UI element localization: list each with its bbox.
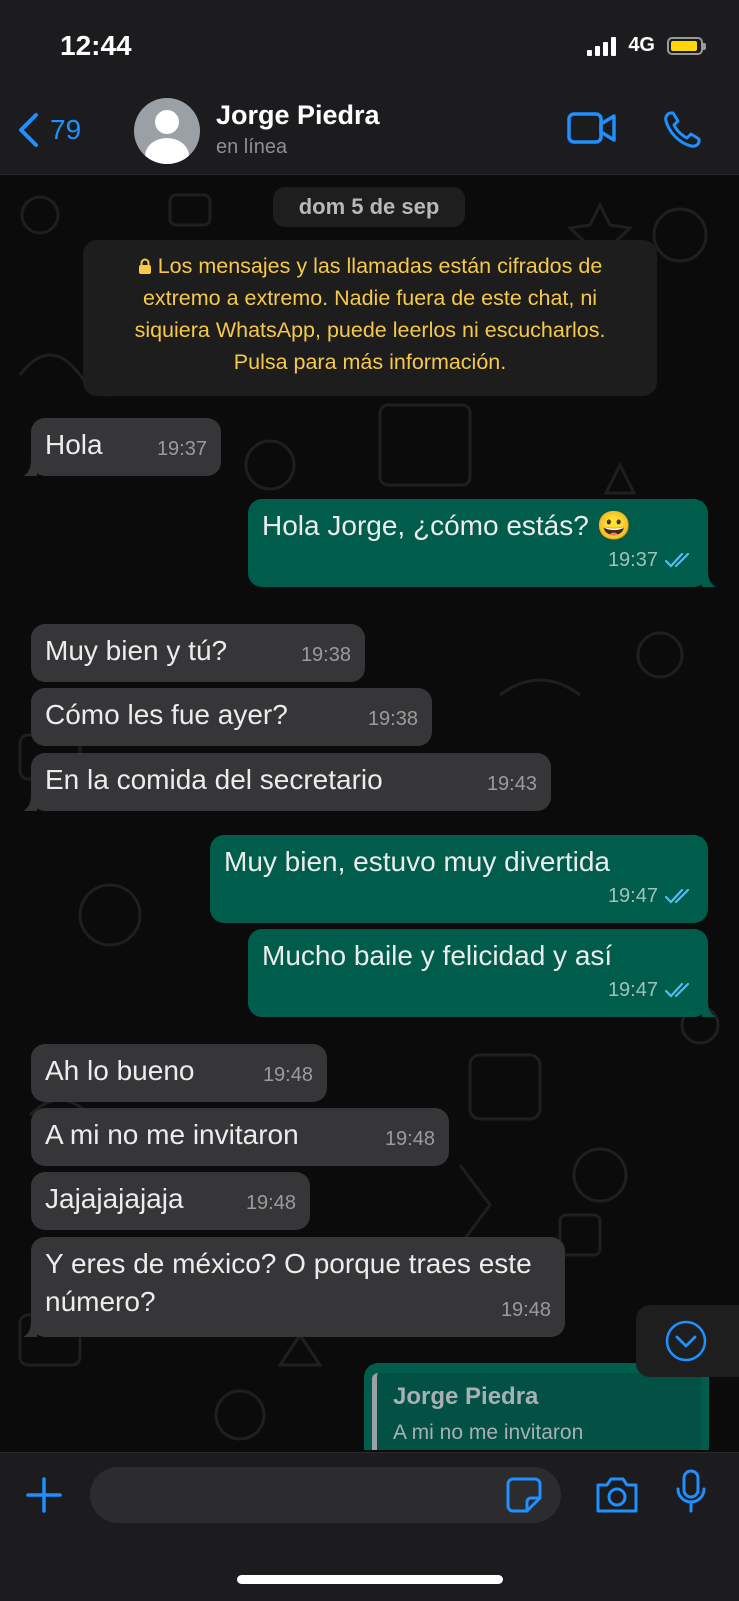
camera-icon[interactable] [594,1475,640,1515]
message-bubble[interactable]: A mi no me invitaron 19:48 [31,1108,449,1166]
unread-count: 79 [50,114,82,145]
message-time: 19:43 [486,773,537,795]
message-time: 19:38 [367,708,418,730]
message-bubble[interactable]: Hola Jorge, ¿cómo estás? 😀 19:37 [248,499,716,587]
message-time: 19:48 [245,1192,296,1214]
message-bubble[interactable]: Ah lo bueno 19:48 [31,1044,327,1102]
lock-icon [138,258,151,274]
chevron-left-icon [19,113,38,147]
message-bubble[interactable]: Hola 19:37 [23,418,221,476]
message-time: 19:37 [607,549,658,571]
message-time: 19:38 [300,644,351,666]
battery-icon [667,36,706,55]
message-text: Jajajajajaja [45,1183,184,1214]
encryption-notice-text: Los mensajes y las llamadas están cifrad… [134,254,606,374]
avatar[interactable] [134,98,200,164]
quoted-text: A mi no me invitaron [393,1421,584,1444]
home-indicator [237,1575,503,1584]
status-indicators: 4G [587,34,706,57]
message-text: Ah lo bueno [45,1055,195,1086]
plus-icon[interactable] [24,1475,64,1515]
phone-icon[interactable] [662,110,702,150]
contact-name[interactable]: Jorge Piedra [216,100,380,131]
message-time: 19:47 [607,979,658,1001]
message-bubble[interactable]: Y eres de méxico? O porque traes este nú… [23,1237,565,1337]
message-text: Muy bien y tú? [45,635,228,666]
message-text: Y eres de méxico? O porque traes este nú… [45,1248,532,1317]
message-text: Muy bien, estuvo muy divertida [224,846,610,877]
message-text: Mucho baile y felicidad y así [262,940,613,971]
quoted-message: Jorge Piedra A mi no me invitaron [372,1373,701,1450]
message-bubble[interactable]: Cómo les fue ayer? 19:38 [31,688,432,746]
read-ticks-icon [664,888,690,904]
message-bubble[interactable]: Mucho baile y felicidad y así 19:47 [248,929,716,1017]
message-bubble[interactable]: Muy bien, estuvo muy divertida 19:47 [210,835,708,923]
read-ticks-icon [664,982,690,998]
message-time: 19:37 [156,438,207,460]
message-time: 19:48 [500,1299,551,1321]
quoted-sender: Jorge Piedra [393,1383,539,1410]
sticker-icon[interactable] [505,1476,543,1514]
scroll-down-button[interactable] [636,1305,739,1377]
chat-area[interactable]: dom 5 de sep Los mensajes y las llamadas… [0,175,739,1450]
microphone-icon[interactable] [675,1469,707,1515]
back-button[interactable]: 79 [16,112,81,148]
date-chip: dom 5 de sep [273,187,465,227]
message-text: Hola Jorge, ¿cómo estás? 😀 [262,510,632,541]
message-time: 19:47 [607,885,658,907]
network-type: 4G [628,34,655,56]
message-text: En la comida del secretario [45,764,383,795]
message-text: Cómo les fue ayer? [45,699,288,730]
message-time: 19:48 [384,1128,435,1150]
message-text: A mi no me invitaron [45,1119,299,1150]
read-ticks-icon [664,552,690,568]
message-text: Hola [45,429,103,460]
message-bubble[interactable]: Muy bien y tú? 19:38 [31,624,365,682]
encryption-notice[interactable]: Los mensajes y las llamadas están cifrad… [83,240,657,396]
message-input[interactable] [90,1467,561,1523]
status-time: 12:44 [60,30,132,61]
message-bubble[interactable]: En la comida del secretario 19:43 [23,753,551,811]
contact-status: en línea [216,136,288,158]
chevron-down-circle-icon [665,1320,707,1362]
message-input-bar [0,1452,739,1601]
message-bubble[interactable]: Jajajajajaja 19:48 [31,1172,310,1230]
status-bar: 12:44 4G [0,0,739,96]
signal-icon [587,36,617,56]
message-time: 19:48 [262,1064,313,1086]
video-camera-icon[interactable] [567,110,617,148]
chat-header: 79 Jorge Piedra en línea [0,96,739,175]
